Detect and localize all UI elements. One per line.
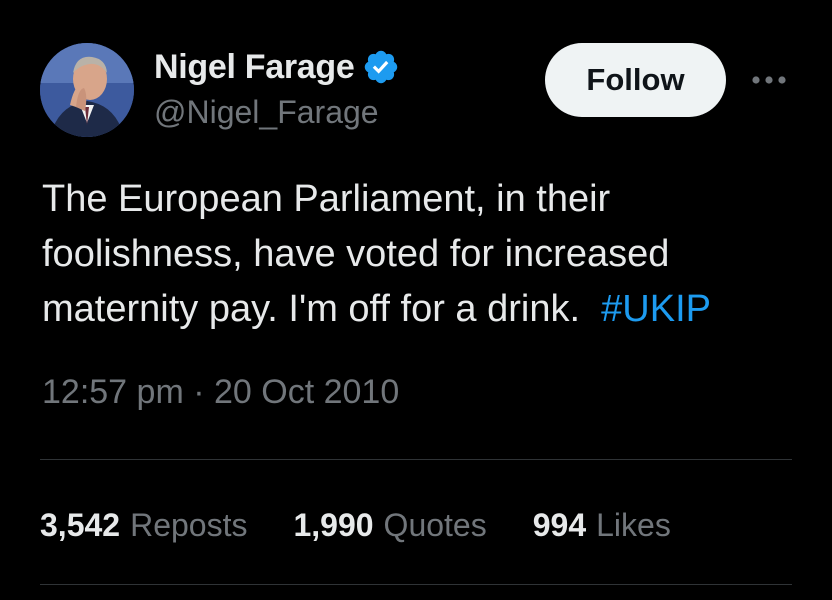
tweet-time: 12:57 pm — [42, 373, 184, 411]
tweet-timestamp[interactable]: 12:57 pm · 20 Oct 2010 — [42, 373, 399, 412]
quotes-count: 1,990 — [293, 506, 374, 543]
user-name-row: Nigel Farage — [154, 44, 400, 90]
divider-bottom — [40, 584, 792, 585]
tweet-text: The European Parliament, in their foolis… — [42, 172, 802, 337]
quotes-label: Quotes — [383, 506, 487, 543]
hashtag-link[interactable]: #UKIP — [601, 288, 711, 330]
follow-button[interactable]: Follow — [545, 43, 726, 117]
likes-label: Likes — [596, 506, 671, 543]
likes-stat[interactable]: 994 Likes — [533, 507, 671, 544]
verified-badge-icon[interactable] — [362, 48, 400, 86]
likes-count: 994 — [532, 506, 587, 543]
reposts-stat[interactable]: 3,542 Reposts — [40, 507, 247, 544]
reposts-label: Reposts — [130, 506, 248, 543]
user-handle[interactable]: @Nigel_Farage — [154, 94, 379, 131]
display-name[interactable]: Nigel Farage — [154, 48, 355, 87]
more-horizontal-icon[interactable] — [749, 66, 789, 94]
divider-top — [40, 459, 792, 460]
avatar[interactable] — [40, 43, 134, 137]
quotes-stat[interactable]: 1,990 Quotes — [293, 507, 486, 544]
tweet-body: The European Parliament, in their foolis… — [42, 178, 670, 330]
avatar-image — [40, 43, 134, 137]
reposts-count: 3,542 — [40, 506, 121, 543]
timestamp-separator: · — [183, 373, 214, 411]
engagement-stats: 3,542 Reposts 1,990 Quotes 994 Likes — [40, 505, 717, 545]
tweet-date: 20 Oct 2010 — [213, 373, 400, 411]
